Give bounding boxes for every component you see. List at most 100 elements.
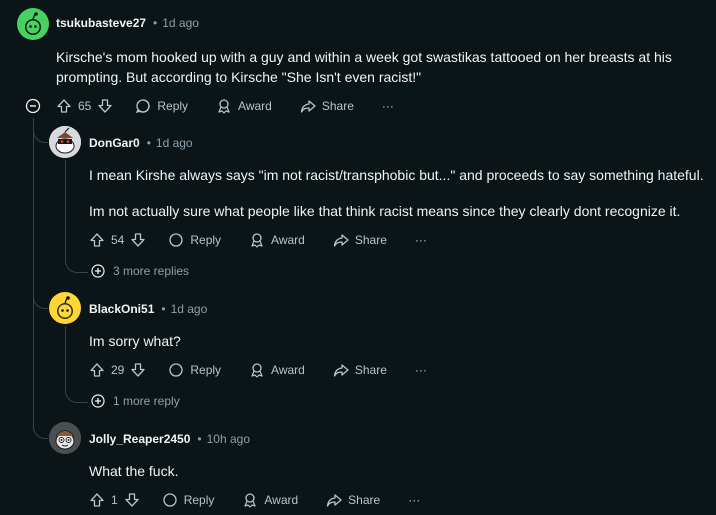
upvote-button[interactable] xyxy=(56,98,72,114)
separator-dot: • xyxy=(153,16,158,30)
downvote-button[interactable] xyxy=(124,492,140,508)
award-icon xyxy=(251,233,263,248)
timestamp[interactable]: 1d ago xyxy=(162,16,199,30)
plus-circle-icon xyxy=(91,394,105,408)
comment-actions: 54 Reply Award Share ··· xyxy=(89,230,427,250)
share-button[interactable]: Share xyxy=(300,98,354,114)
vote-count: 29 xyxy=(111,363,125,377)
thread-line-dongar xyxy=(65,160,66,260)
award-button[interactable]: Award xyxy=(216,98,272,114)
vote-count: 1 xyxy=(111,493,118,507)
avatar[interactable] xyxy=(17,8,49,40)
comment-body: Im sorry what? xyxy=(89,331,181,351)
share-button[interactable]: Share xyxy=(333,232,387,248)
downvote-icon xyxy=(98,99,113,113)
more-replies-label: 1 more reply xyxy=(113,394,180,408)
comment-paragraph: Im sorry what? xyxy=(89,333,181,349)
plus-circle-icon xyxy=(91,264,105,278)
avatar[interactable] xyxy=(49,292,81,324)
award-label: Award xyxy=(271,233,305,247)
reply-icon xyxy=(169,233,184,247)
comment-paragraph: What the fuck. xyxy=(89,463,179,479)
thread-curve xyxy=(65,258,88,273)
downvote-icon xyxy=(131,233,146,247)
username[interactable]: tsukubasteve27 xyxy=(56,16,146,30)
username[interactable]: DonGar0 xyxy=(89,136,140,150)
comment-meta: DonGar0 • 1d ago xyxy=(89,136,193,150)
timestamp[interactable]: 1d ago xyxy=(156,136,193,150)
award-icon xyxy=(244,493,256,508)
upvote-icon xyxy=(90,233,104,247)
thread-curve xyxy=(33,418,48,439)
share-icon xyxy=(333,234,349,247)
reply-button[interactable]: Reply xyxy=(168,232,221,248)
reply-label: Reply xyxy=(183,493,215,507)
award-icon xyxy=(218,99,230,114)
comment-body: What the fuck. xyxy=(89,461,178,481)
upvote-icon xyxy=(57,99,71,113)
upvote-button[interactable] xyxy=(89,232,105,248)
separator-dot: • xyxy=(197,432,202,446)
username[interactable]: BlackOni51 xyxy=(89,302,154,316)
share-icon xyxy=(327,494,342,507)
collapse-thread-button[interactable] xyxy=(25,98,41,119)
ellipsis-icon: ··· xyxy=(408,493,421,507)
upvote-button[interactable] xyxy=(89,362,105,378)
share-icon xyxy=(333,364,349,377)
upvote-icon xyxy=(90,493,104,507)
ellipsis-icon: ··· xyxy=(414,363,427,377)
more-options-button[interactable]: ··· xyxy=(382,99,394,113)
downvote-icon xyxy=(125,493,139,507)
more-replies-button[interactable]: 3 more replies xyxy=(91,264,189,278)
comment-actions: 1 Reply Award Share ··· xyxy=(89,490,420,510)
award-button[interactable]: Award xyxy=(249,232,305,248)
timestamp[interactable]: 10h ago xyxy=(207,432,250,446)
separator-dot: • xyxy=(146,136,151,150)
share-label: Share xyxy=(354,363,387,377)
thread-curve xyxy=(33,288,48,309)
avatar[interactable] xyxy=(49,126,81,158)
share-label: Share xyxy=(348,493,381,507)
comment-meta: BlackOni51 • 1d ago xyxy=(89,302,207,316)
upvote-button[interactable] xyxy=(89,492,105,508)
avatar[interactable] xyxy=(49,422,81,454)
reply-label: Reply xyxy=(190,233,222,247)
award-button[interactable]: Award xyxy=(242,492,298,508)
more-options-button[interactable]: ··· xyxy=(408,493,420,507)
reply-icon xyxy=(163,493,177,507)
reply-button[interactable]: Reply xyxy=(135,98,188,114)
ellipsis-icon: ··· xyxy=(381,99,394,113)
downvote-button[interactable] xyxy=(130,362,146,378)
award-icon xyxy=(251,363,263,378)
share-label: Share xyxy=(321,99,354,113)
award-button[interactable]: Award xyxy=(249,362,305,378)
more-options-button[interactable]: ··· xyxy=(415,233,427,247)
thread-line-root xyxy=(33,118,34,430)
downvote-button[interactable] xyxy=(97,98,113,114)
upvote-icon xyxy=(90,363,104,377)
timestamp[interactable]: 1d ago xyxy=(171,302,208,316)
reply-icon xyxy=(136,99,151,113)
reply-icon xyxy=(169,363,184,377)
reply-button[interactable]: Reply xyxy=(168,362,221,378)
comment-actions: 65 Reply Award Share ··· xyxy=(56,96,394,116)
more-replies-button[interactable]: 1 more reply xyxy=(91,394,180,408)
share-button[interactable]: Share xyxy=(326,492,380,508)
more-replies-label: 3 more replies xyxy=(113,264,190,278)
snoo-avatar-icon xyxy=(49,126,81,158)
username[interactable]: Jolly_Reaper2450 xyxy=(89,432,190,446)
thread-curve xyxy=(33,122,48,143)
reply-label: Reply xyxy=(157,99,189,113)
share-label: Share xyxy=(354,233,387,247)
reply-button[interactable]: Reply xyxy=(162,492,215,508)
snoo-icon xyxy=(57,296,73,319)
share-button[interactable]: Share xyxy=(333,362,387,378)
comment-line: Kirsche's mom hooked up with a guy and w… xyxy=(56,49,672,65)
more-options-button[interactable]: ··· xyxy=(415,363,427,377)
award-label: Award xyxy=(271,363,305,377)
comment-body: I mean Kirshe always says "im not racist… xyxy=(89,165,704,221)
comment-actions: 29 Reply Award Share ··· xyxy=(89,360,427,380)
downvote-button[interactable] xyxy=(130,232,146,248)
snoo-icon xyxy=(25,12,41,35)
ellipsis-icon: ··· xyxy=(414,233,427,247)
